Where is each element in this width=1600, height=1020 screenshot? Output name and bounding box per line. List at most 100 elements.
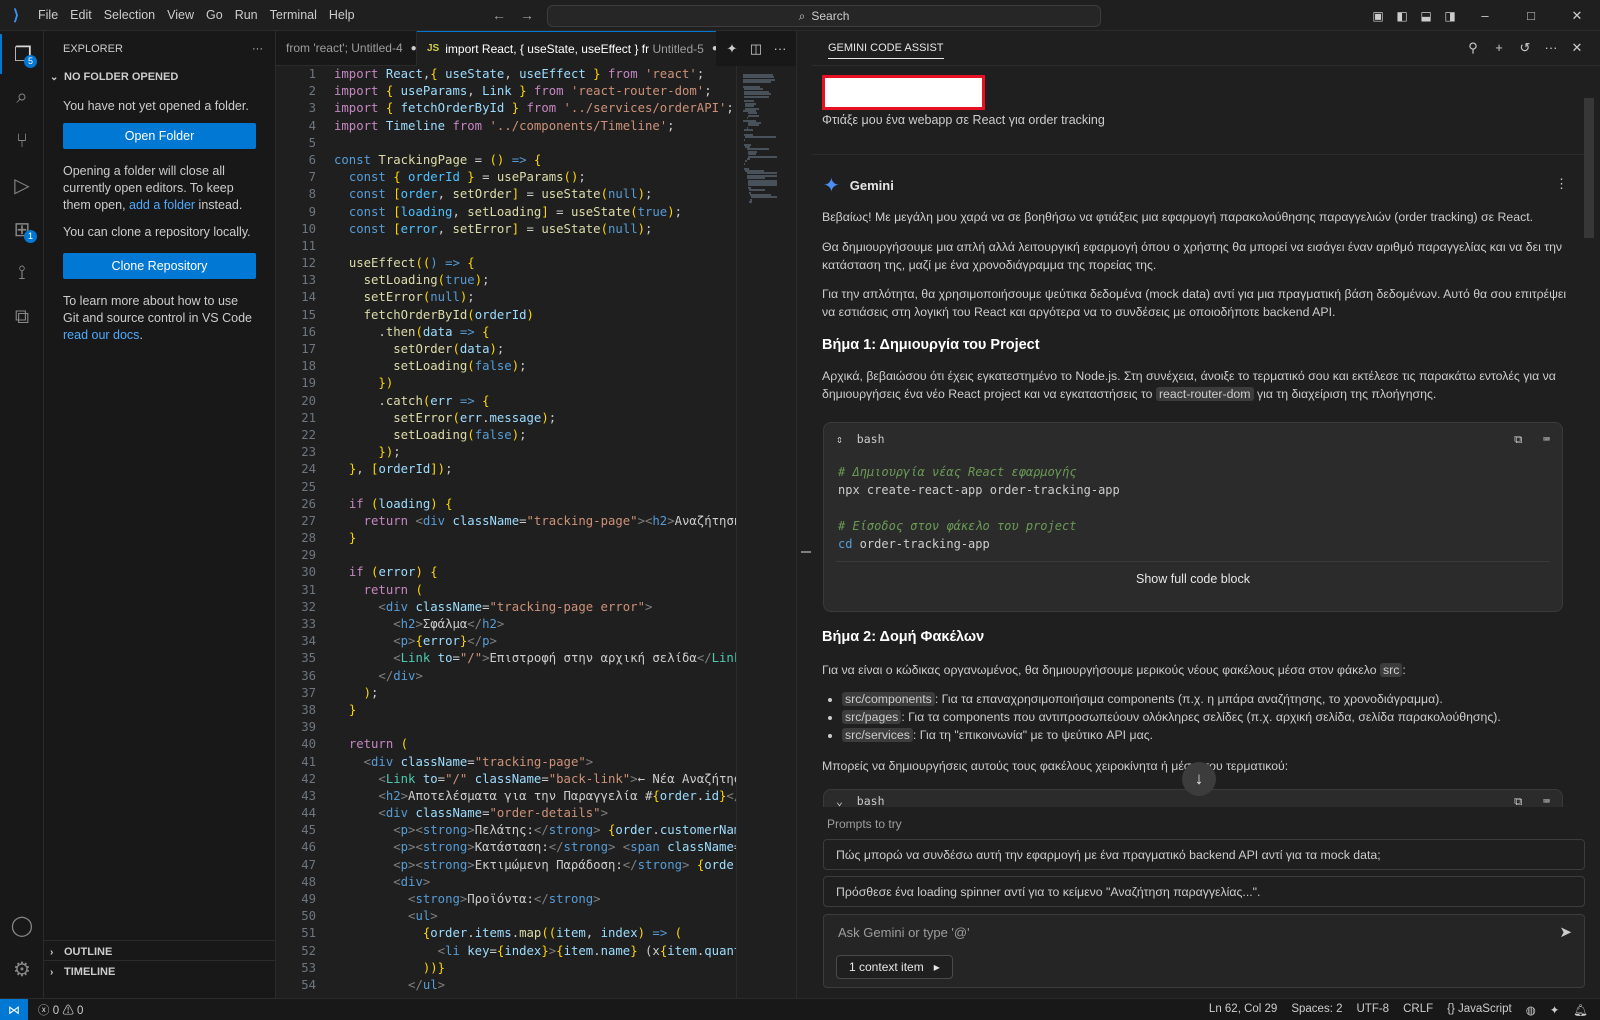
open-folder-button[interactable]: Open Folder [63,123,256,149]
panel-title[interactable]: GEMINI CODE ASSIST [828,42,944,59]
extensions-icon[interactable]: ⊞ 1 [0,209,44,249]
code-line[interactable]: 48 <div> [276,874,736,891]
source-control-icon[interactable]: ⑂ [0,121,44,161]
code-line[interactable]: 30 if (error) { [276,564,736,581]
close-panel-icon[interactable]: ✕ [1566,40,1588,56]
code-line[interactable]: 54 </ul> [276,977,736,994]
code-line[interactable]: 22 setLoading(false); [276,427,736,444]
menu-item[interactable]: Run [229,0,264,31]
close-window-button[interactable]: ✕ [1554,8,1600,24]
command-center-search[interactable]: ⌕ Search [547,5,1101,27]
menu-item[interactable]: Go [200,0,229,31]
code-line[interactable]: 1 import React,{ useState, useEffect } fr… [276,66,736,83]
copilot-icon[interactable]: ◍ [1526,1003,1536,1017]
timeline-section[interactable]: › TIMELINE [44,960,276,983]
code-line[interactable]: 49 <strong>Προϊόντα:</strong> [276,891,736,908]
gemini-status-icon[interactable]: ✦ [1550,1003,1560,1017]
menu-item[interactable]: Selection [98,0,161,31]
scroll-to-bottom-button[interactable]: ↓ [1182,762,1216,796]
code-line[interactable]: 4 import Timeline from '../components/Tim… [276,118,736,135]
code-line[interactable]: 31 return ( [276,582,736,599]
menu-item[interactable]: Help [323,0,361,31]
code-line[interactable]: 46 <p><strong>Κατάσταση:</strong> <span … [276,839,736,856]
more-actions-icon[interactable]: ··· [252,43,263,55]
code-line[interactable]: 34 <p>{error}</p> [276,633,736,650]
new-chat-icon[interactable]: + [1488,40,1510,56]
code-line[interactable]: 26 if (loading) { [276,496,736,513]
code-line[interactable]: 47 <p><strong>Εκτιμώμενη Παράδοση:</stro… [276,857,736,874]
feedback-icon[interactable]: ⚲ [1462,40,1484,56]
code-line[interactable]: 42 <Link to="/" className="back-link">← … [276,771,736,788]
code-line[interactable]: 12 useEffect(() => { [276,255,736,272]
code-line[interactable]: 36 </div> [276,668,736,685]
send-icon[interactable]: ➤ [1559,923,1572,941]
code-line[interactable]: 24 }, [orderId]); [276,461,736,478]
cursor-position[interactable]: Ln 62, Col 29 [1209,1003,1277,1017]
code-line[interactable]: 27 return <div className="tracking-page"… [276,513,736,530]
forward-arrow-icon[interactable]: → [520,0,534,31]
code-line[interactable]: 43 <h2>Αποτελέσματα για την Παραγγελία #… [276,788,736,805]
minimize-button[interactable]: – [1462,8,1508,23]
code-line[interactable]: 23 }); [276,444,736,461]
history-icon[interactable]: ↺ [1514,40,1536,56]
customize-layout-icon[interactable]: ▣ [1366,9,1390,23]
menu-item[interactable]: Terminal [264,0,323,31]
code-block-lang[interactable]: ⇕ bash [836,432,885,446]
gemini-spark-icon[interactable]: ✦ [720,41,744,57]
notifications-bell-icon[interactable]: 🔔︎ [1573,1003,1588,1017]
insert-terminal-icon[interactable]: ⌨ [1543,794,1550,807]
code-line[interactable]: 35 <Link to="/">Επιστροφή στην αρχική σε… [276,650,736,667]
code-line[interactable]: 15 fetchOrderById(orderId) [276,307,736,324]
code-block-lang[interactable]: ⌄ bash [836,794,885,807]
code-line[interactable]: 51 {order.items.map((item, index) => ( [276,925,736,942]
menu-item[interactable]: Edit [64,0,98,31]
code-editor[interactable]: 1 import React, { useState, useEffect } fr… [276,66,736,998]
code-line[interactable]: 11 [276,238,736,255]
code-line[interactable]: 41 <div className="tracking-page"> [276,754,736,771]
modified-dot-icon[interactable]: ● [411,43,416,54]
code-line[interactable]: 50 <ul> [276,908,736,925]
code-line[interactable]: 14 setError(null); [276,289,736,306]
maximize-button[interactable]: □ [1508,8,1554,23]
clone-repository-button[interactable]: Clone Repository [63,253,256,279]
show-full-code-button[interactable]: Show full code block [836,561,1550,595]
insert-terminal-icon[interactable]: ⌨ [1543,432,1550,446]
sash-grip[interactable] [801,551,811,553]
code-line[interactable]: 3 import { fetchOrderById } from '../serv… [276,100,736,117]
split-editor-icon[interactable]: ◫ [744,41,768,57]
tab-untitled-5[interactable]: JS import React, { useState, useEffect }… [417,30,717,66]
encoding[interactable]: UTF-8 [1357,1003,1390,1017]
search-view-icon[interactable]: ⌕ [0,77,44,117]
more-actions-icon[interactable]: ··· [768,41,792,56]
more-actions-icon[interactable]: ··· [1540,40,1562,56]
copy-icon[interactable]: ⧉ [1514,432,1522,446]
language-mode[interactable]: {} JavaScript [1447,1003,1512,1017]
toggle-panel-icon[interactable]: ⬓ [1414,9,1438,23]
chat-scrollbar[interactable] [1584,98,1594,238]
code-line[interactable]: 32 <div className="tracking-page error"> [276,599,736,616]
code-line[interactable]: 13 setLoading(true); [276,272,736,289]
code-line[interactable]: 9 const [loading, setLoading] = useState… [276,204,736,221]
menu-item[interactable]: File [32,0,64,31]
code-line[interactable]: 2 import { useParams, Link } from 'react-… [276,83,736,100]
no-folder-section-header[interactable]: ⌄ NO FOLDER OPENED [44,66,275,88]
explorer-icon[interactable]: ❐ 5 [0,34,44,74]
indentation[interactable]: Spaces: 2 [1291,1003,1342,1017]
code-line[interactable]: 17 setOrder(data); [276,341,736,358]
code-line[interactable]: 53 ))} [276,960,736,977]
message-more-icon[interactable]: ⋮ [1555,176,1568,192]
code-line[interactable]: 39 [276,719,736,736]
back-arrow-icon[interactable]: ← [492,0,506,31]
code-line[interactable]: 19 }) [276,375,736,392]
code-line[interactable]: 44 <div className="order-details"> [276,805,736,822]
code-line[interactable]: 29 [276,547,736,564]
code-line[interactable]: 25 [276,479,736,496]
read-docs-link[interactable]: read our docs [63,328,139,342]
context-items-button[interactable]: 1 context item ▸ [836,955,953,979]
code-line[interactable]: 45 <p><strong>Πελάτης:</strong> {order.c… [276,822,736,839]
toggle-primary-sidebar-icon[interactable]: ◧ [1390,9,1414,23]
minimap[interactable] [736,66,796,998]
line-ending[interactable]: CRLF [1403,1003,1433,1017]
code-line[interactable]: 5 [276,135,736,152]
gemini-code-assist-icon[interactable]: ⟟ [0,253,44,293]
